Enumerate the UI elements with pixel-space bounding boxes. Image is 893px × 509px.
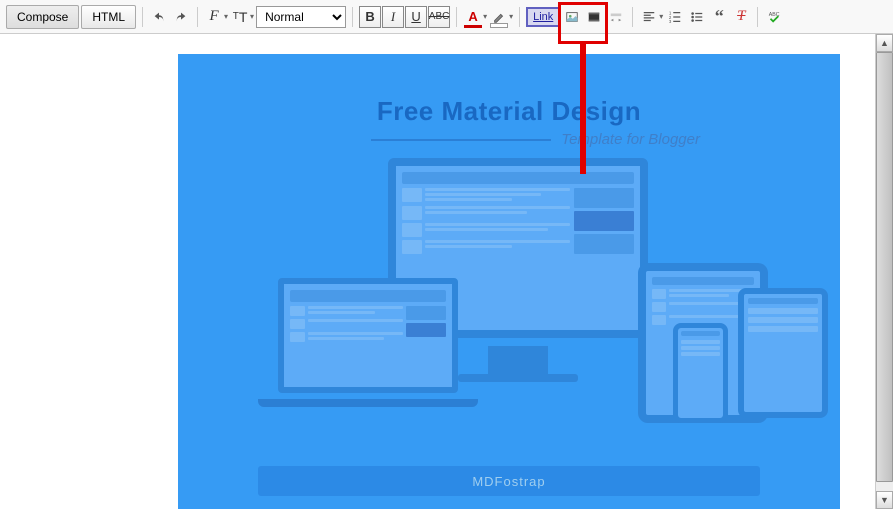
- quote-button[interactable]: “: [709, 7, 729, 27]
- redo-button[interactable]: [171, 7, 191, 27]
- image-title: Free Material Design: [178, 54, 840, 127]
- separator: [519, 7, 520, 27]
- device-mockups: [178, 158, 840, 438]
- bold-button[interactable]: B: [359, 6, 381, 28]
- format-select[interactable]: Normal: [256, 6, 346, 28]
- underline-button[interactable]: U: [405, 6, 427, 28]
- compose-tab[interactable]: Compose: [6, 5, 79, 29]
- link-button[interactable]: Link: [526, 7, 560, 27]
- chevron-down-icon: ▾: [250, 12, 254, 21]
- italic-button[interactable]: I: [382, 6, 404, 28]
- align-button[interactable]: [639, 7, 659, 27]
- separator: [352, 7, 353, 27]
- chevron-down-icon: ▾: [509, 12, 513, 21]
- chevron-down-icon: ▾: [224, 12, 228, 21]
- svg-text:3: 3: [669, 19, 672, 24]
- video-button[interactable]: [584, 7, 604, 27]
- text-style-group: B I U ABC: [359, 6, 450, 28]
- font-family-button[interactable]: F: [204, 7, 224, 27]
- undo-button[interactable]: [149, 7, 169, 27]
- scroll-thumb[interactable]: [876, 52, 893, 482]
- editor-toolbar: Compose HTML F ▾ TT ▾ Normal B I U ABC A…: [0, 0, 893, 34]
- editor-content-area[interactable]: Free Material Design Template for Blogge…: [0, 34, 875, 509]
- html-tab[interactable]: HTML: [81, 5, 136, 29]
- image-subtitle: Template for Blogger: [178, 131, 840, 148]
- scroll-down-arrow[interactable]: ▼: [876, 491, 893, 509]
- separator: [456, 7, 457, 27]
- image-button[interactable]: [562, 7, 582, 27]
- bullet-list-button[interactable]: [687, 7, 707, 27]
- scroll-track[interactable]: [876, 52, 893, 491]
- chevron-down-icon: ▾: [483, 12, 487, 21]
- numbered-list-button[interactable]: 123: [665, 7, 685, 27]
- vertical-scrollbar[interactable]: ▲ ▼: [875, 34, 893, 509]
- scroll-up-arrow[interactable]: ▲: [876, 34, 893, 52]
- chevron-down-icon: ▾: [659, 12, 663, 21]
- editor-wrapper: Free Material Design Template for Blogge…: [0, 34, 893, 509]
- text-color-button[interactable]: A: [463, 7, 483, 27]
- remove-format-button[interactable]: T: [731, 7, 751, 27]
- separator: [197, 7, 198, 27]
- image-footer: MDFostrap: [258, 466, 760, 496]
- highlight-button[interactable]: [489, 7, 509, 27]
- spellcheck-button[interactable]: ABC: [764, 7, 784, 27]
- separator: [757, 7, 758, 27]
- separator: [632, 7, 633, 27]
- separator: [142, 7, 143, 27]
- inserted-image[interactable]: Free Material Design Template for Blogge…: [178, 54, 840, 509]
- font-size-button[interactable]: TT: [230, 7, 250, 27]
- break-button[interactable]: [606, 7, 626, 27]
- strikethrough-button[interactable]: ABC: [428, 6, 450, 28]
